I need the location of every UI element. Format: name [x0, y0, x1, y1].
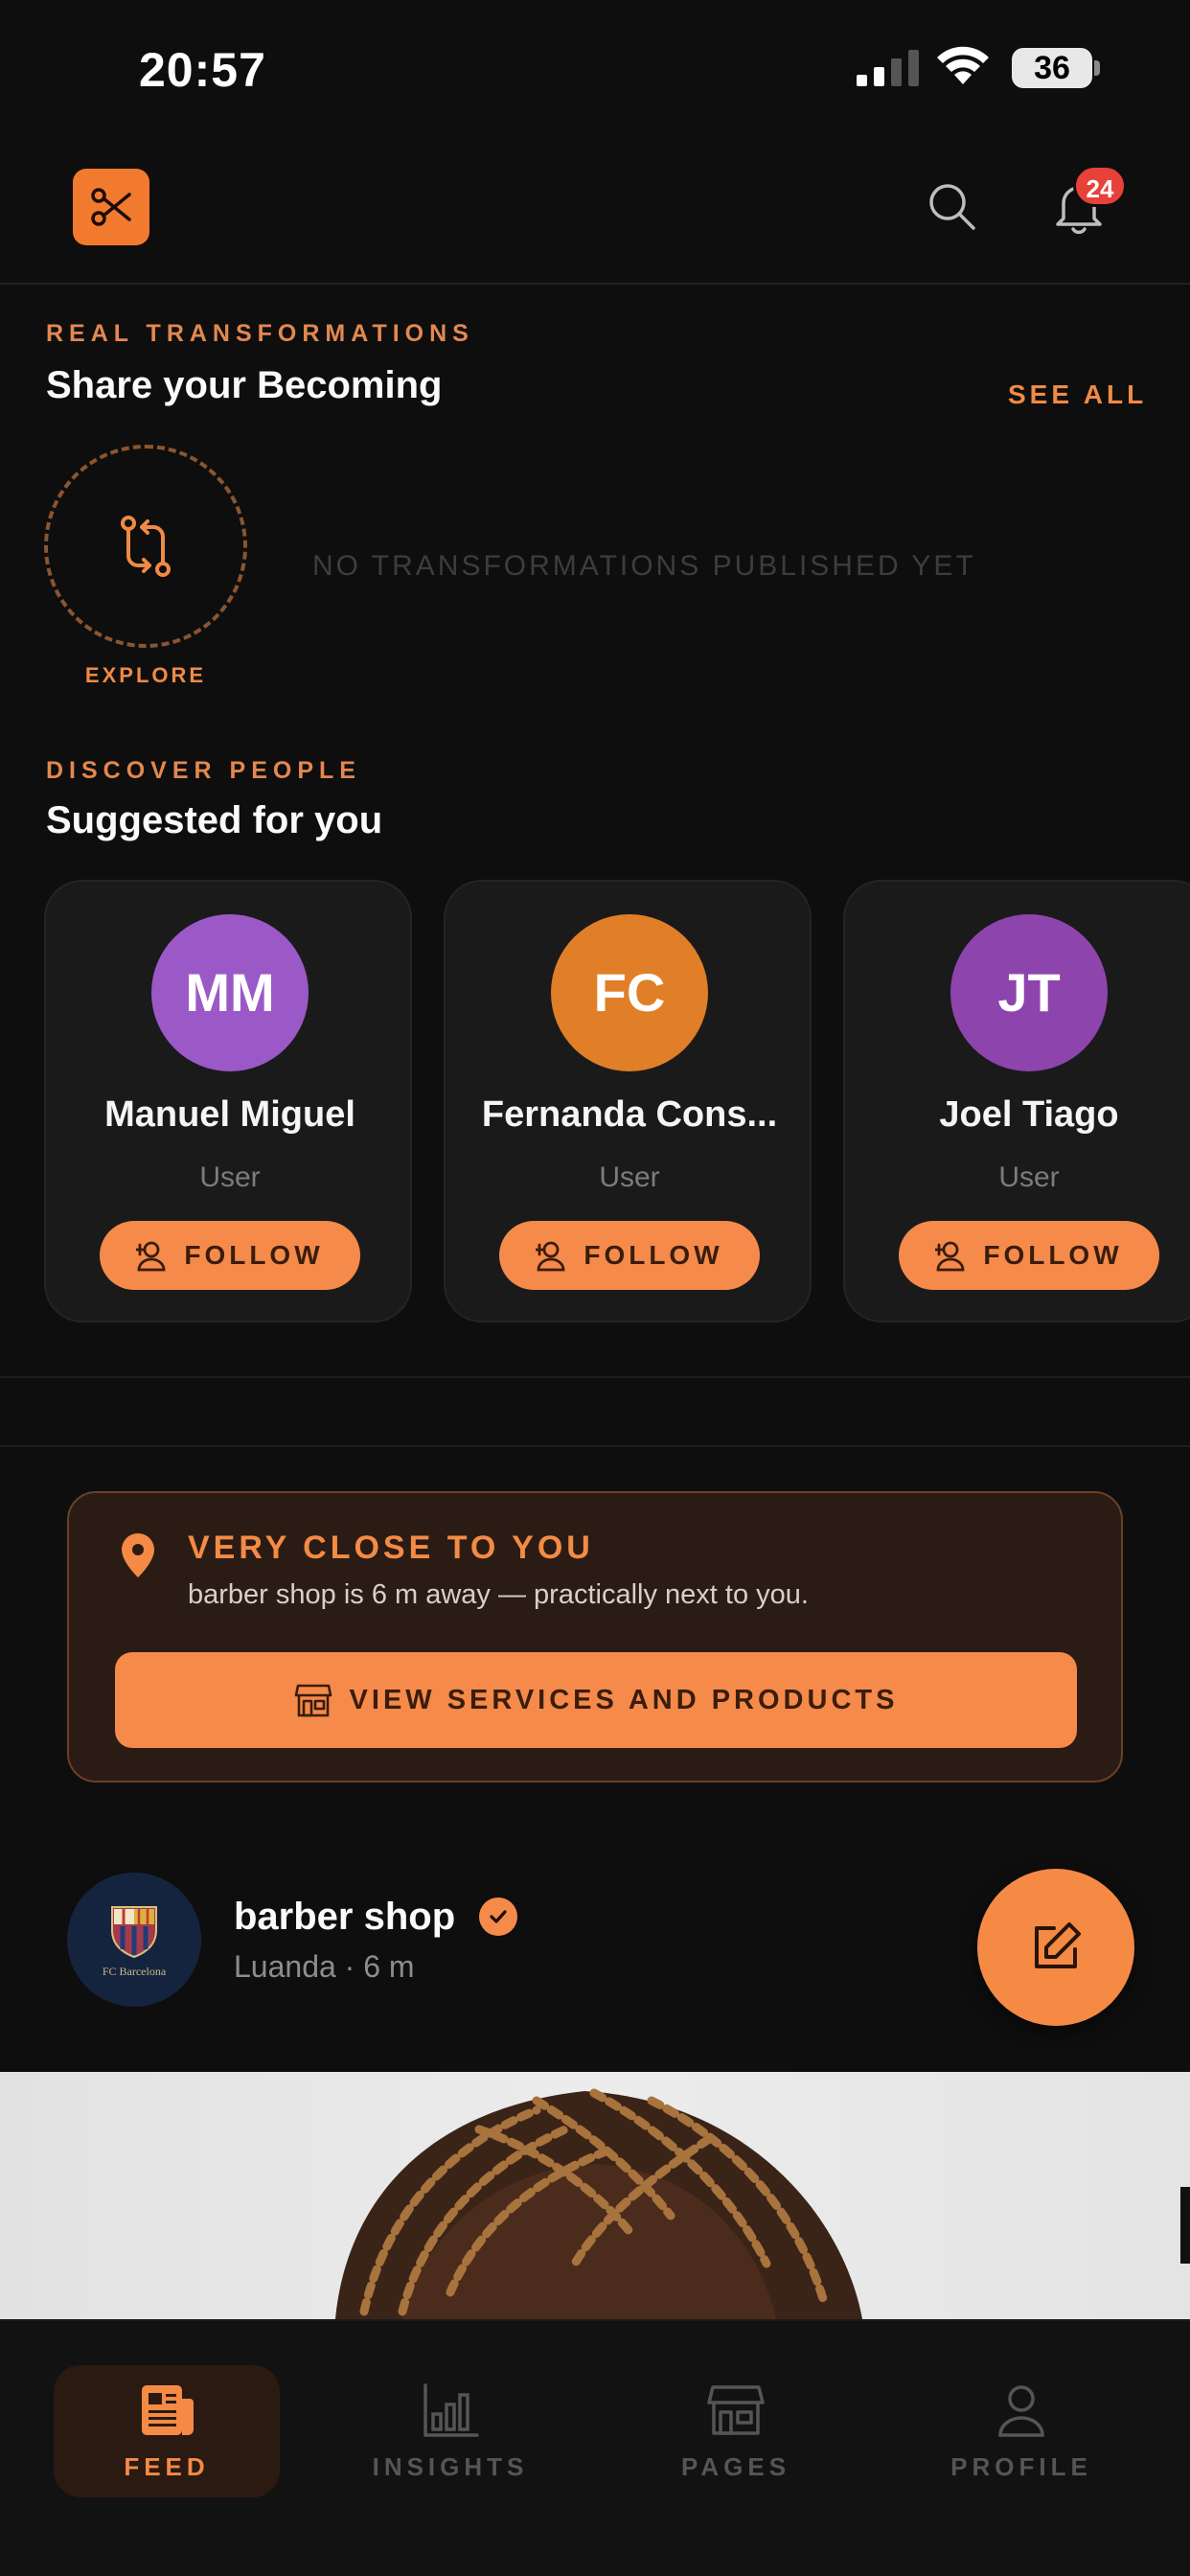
follow-button[interactable]: FOLLOW — [499, 1221, 760, 1290]
suggested-eyebrow: DISCOVER PEOPLE — [46, 757, 361, 784]
nav-pages[interactable]: PAGES — [623, 2365, 849, 2497]
post-author-name[interactable]: barber shop — [234, 1896, 455, 1939]
nav-label: PAGES — [680, 2451, 791, 2481]
cellular-signal-icon — [857, 50, 919, 86]
empty-transformations-text: NO TRANSFORMATIONS PUBLISHED YET — [312, 550, 976, 582]
suggested-card[interactable]: FC Fernanda Cons... User FOLLOW — [444, 880, 812, 1322]
edit-icon — [1035, 1922, 1081, 1968]
status-bar: 20:57 36 — [0, 0, 1190, 134]
avatar: FC — [551, 914, 708, 1071]
app-logo[interactable] — [73, 169, 149, 245]
storefront-icon — [294, 1684, 332, 1717]
newspaper-icon — [142, 2384, 194, 2435]
battery-level: 36 — [1012, 48, 1092, 88]
avatar-caption: FC Barcelona — [102, 1964, 167, 1978]
bottom-nav: FEED INSIGHTS PAGES PROFILE — [0, 2319, 1190, 2576]
location-pin-icon — [122, 1533, 154, 1577]
view-services-label: VIEW SERVICES AND PRODUCTS — [349, 1684, 899, 1715]
person-icon — [998, 2384, 1044, 2437]
follow-button[interactable]: FOLLOW — [100, 1221, 360, 1290]
person-name: Joel Tiago — [939, 1094, 1119, 1135]
nav-feed[interactable]: FEED — [54, 2365, 280, 2497]
nav-label: FEED — [124, 2451, 210, 2481]
near-you-subtitle: barber shop is 6 m away — practically ne… — [188, 1579, 809, 1610]
explore-label: EXPLORE — [84, 663, 207, 687]
explore-button[interactable] — [44, 445, 247, 648]
suggested-card[interactable]: JT Joel Tiago User FOLLOW — [843, 880, 1190, 1322]
avatar: JT — [950, 914, 1108, 1071]
bar-chart-icon — [423, 2382, 479, 2437]
person-role: User — [199, 1162, 261, 1193]
scissors-icon — [91, 188, 131, 226]
status-time: 20:57 — [139, 43, 266, 97]
verified-badge-icon — [479, 1898, 517, 1936]
add-user-icon — [935, 1241, 965, 1272]
near-you-banner: VERY CLOSE TO YOU barber shop is 6 m awa… — [67, 1491, 1123, 1782]
post-image[interactable] — [0, 2072, 1190, 2319]
nav-profile[interactable]: PROFILE — [908, 2365, 1134, 2497]
battery-icon: 36 — [1012, 48, 1100, 88]
add-user-icon — [136, 1241, 166, 1272]
follow-label: FOLLOW — [184, 1240, 324, 1270]
nav-insights[interactable]: INSIGHTS — [337, 2365, 563, 2497]
storefront-icon — [707, 2384, 765, 2435]
post-author-avatar[interactable]: FC Barcelona — [67, 1873, 201, 2007]
near-you-title: VERY CLOSE TO YOU — [188, 1530, 594, 1566]
header-divider — [0, 283, 1190, 285]
suggested-title: Suggested for you — [46, 799, 383, 841]
notification-badge: 24 — [1073, 165, 1127, 207]
person-role: User — [599, 1162, 660, 1193]
see-all-link[interactable]: SEE ALL — [1008, 380, 1147, 410]
post-photo — [335, 2088, 1190, 2319]
wifi-icon — [937, 46, 989, 84]
follow-label: FOLLOW — [983, 1240, 1123, 1270]
person-name: Manuel Miguel — [104, 1094, 355, 1135]
club-crest-icon — [111, 1905, 157, 1958]
avatar: MM — [151, 914, 309, 1071]
search-icon[interactable] — [924, 178, 981, 236]
swap-arrows-icon — [121, 516, 171, 577]
section-divider — [0, 1376, 1190, 1378]
suggested-card[interactable]: MM Manuel Miguel User FOLLOW — [44, 880, 412, 1322]
nav-label: PROFILE — [950, 2451, 1092, 2481]
add-user-icon — [536, 1241, 565, 1272]
post-meta: Luanda · 6 m — [234, 1949, 415, 1984]
compose-button[interactable] — [977, 1869, 1134, 2026]
nav-label: INSIGHTS — [372, 2451, 529, 2481]
follow-label: FOLLOW — [584, 1240, 723, 1270]
transformations-eyebrow: REAL TRANSFORMATIONS — [46, 320, 474, 347]
person-role: User — [998, 1162, 1060, 1193]
person-name: Fernanda Cons... — [481, 1094, 778, 1135]
follow-button[interactable]: FOLLOW — [899, 1221, 1159, 1290]
section-divider — [0, 1445, 1190, 1447]
view-services-button[interactable]: VIEW SERVICES AND PRODUCTS — [115, 1652, 1077, 1748]
transformations-title: Share your Becoming — [46, 364, 443, 406]
